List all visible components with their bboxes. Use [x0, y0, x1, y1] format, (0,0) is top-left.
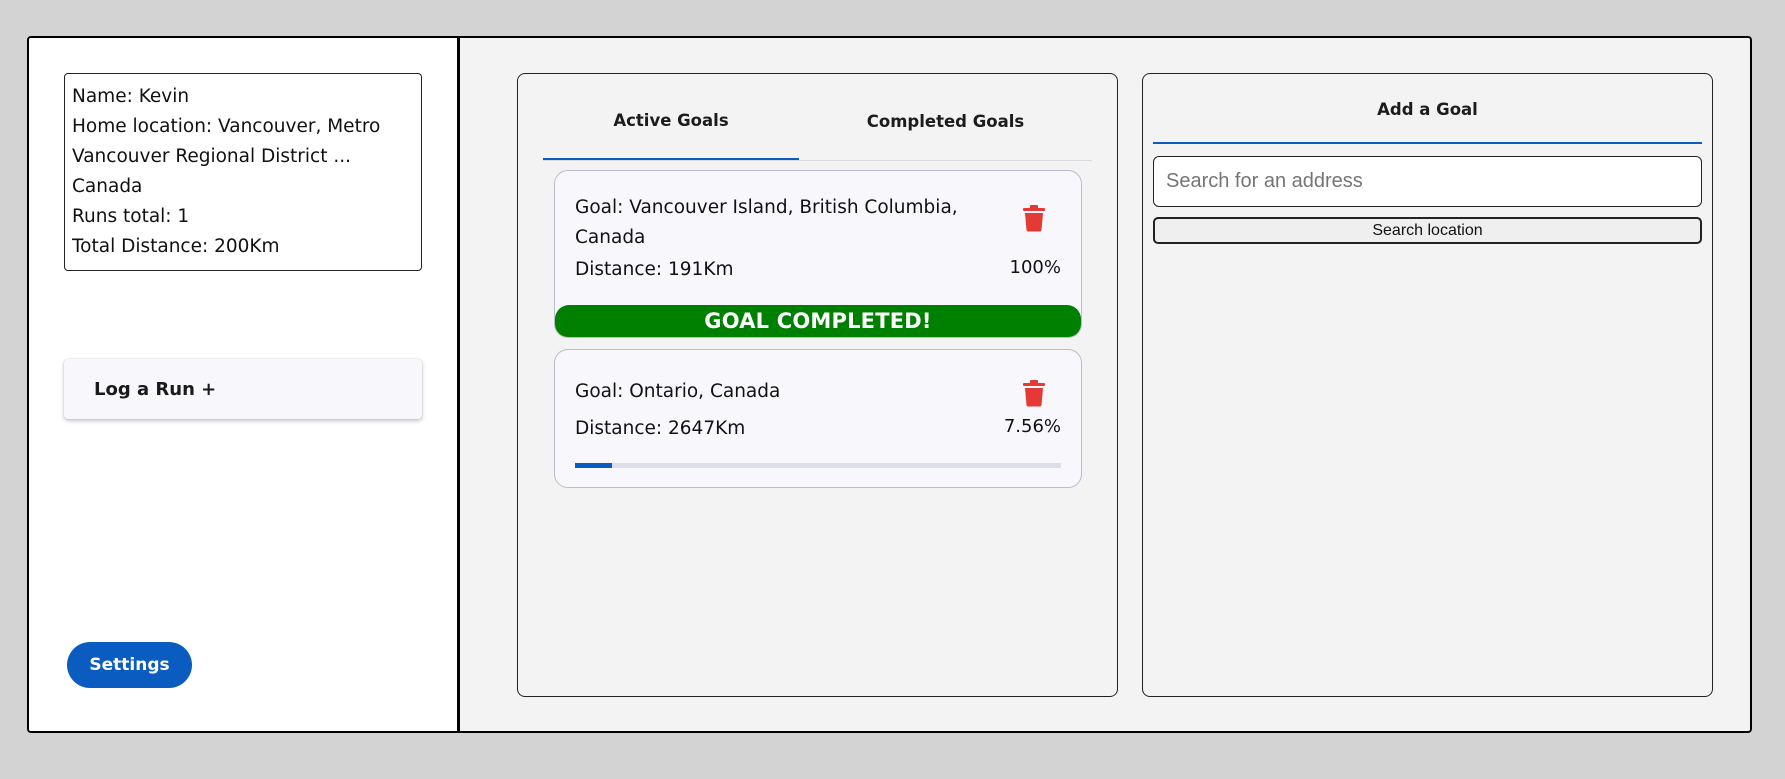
goal-progress-bar [575, 463, 1061, 468]
profile-home-location: Home location: Vancouver, Metro [72, 116, 381, 137]
tab-active-goals[interactable]: Active Goals [543, 74, 799, 160]
add-goal-title: Add a Goal [1153, 74, 1702, 144]
profile-name: Name: Kevin [72, 86, 190, 107]
settings-button[interactable]: Settings [67, 642, 192, 688]
goal-card: Goal: Ontario, Canada Distance: 2647Km 7… [554, 349, 1082, 488]
main-content: Active Goals Completed Goals Goal: Vanco… [460, 38, 1750, 731]
sidebar: Name: Kevin Home location: Vancouver, Me… [29, 38, 460, 731]
goal-percent: 7.56% [1003, 416, 1061, 437]
tab-completed-goals[interactable]: Completed Goals [799, 74, 1092, 160]
profile-total-distance: Total Distance: 200Km [72, 236, 280, 257]
goal-title: Goal: Ontario, Canada [575, 381, 781, 402]
profile-runs-total: Runs total: 1 [72, 206, 190, 227]
profile-card: Name: Kevin Home location: Vancouver, Me… [64, 73, 422, 271]
goal-card: Goal: Vancouver Island, British Columbia… [554, 170, 1082, 338]
trash-icon [1023, 205, 1045, 232]
profile-country: Canada [72, 176, 143, 197]
profile-home-location-cont: Vancouver Regional District ... [72, 146, 351, 167]
delete-goal-button[interactable] [1021, 379, 1047, 407]
goal-completed-banner: GOAL COMPLETED! [555, 305, 1081, 337]
goal-distance: Distance: 2647Km [575, 418, 746, 439]
delete-goal-button[interactable] [1021, 204, 1047, 232]
address-search-input[interactable] [1153, 156, 1702, 207]
goal-percent: 100% [1009, 257, 1061, 278]
goals-panel: Active Goals Completed Goals Goal: Vanco… [517, 73, 1118, 697]
app-window: Name: Kevin Home location: Vancouver, Me… [27, 36, 1752, 733]
goal-distance: Distance: 191Km [575, 259, 734, 280]
log-run-button[interactable]: Log a Run + [64, 359, 422, 419]
search-location-button[interactable]: Search location [1153, 217, 1702, 244]
goals-tabs: Active Goals Completed Goals [543, 74, 1092, 161]
trash-icon [1023, 380, 1045, 407]
add-goal-panel: Add a Goal Search location [1142, 73, 1713, 697]
goal-title: Goal: Vancouver Island, British Columbia… [575, 197, 958, 248]
goal-progress-fill [575, 463, 612, 468]
